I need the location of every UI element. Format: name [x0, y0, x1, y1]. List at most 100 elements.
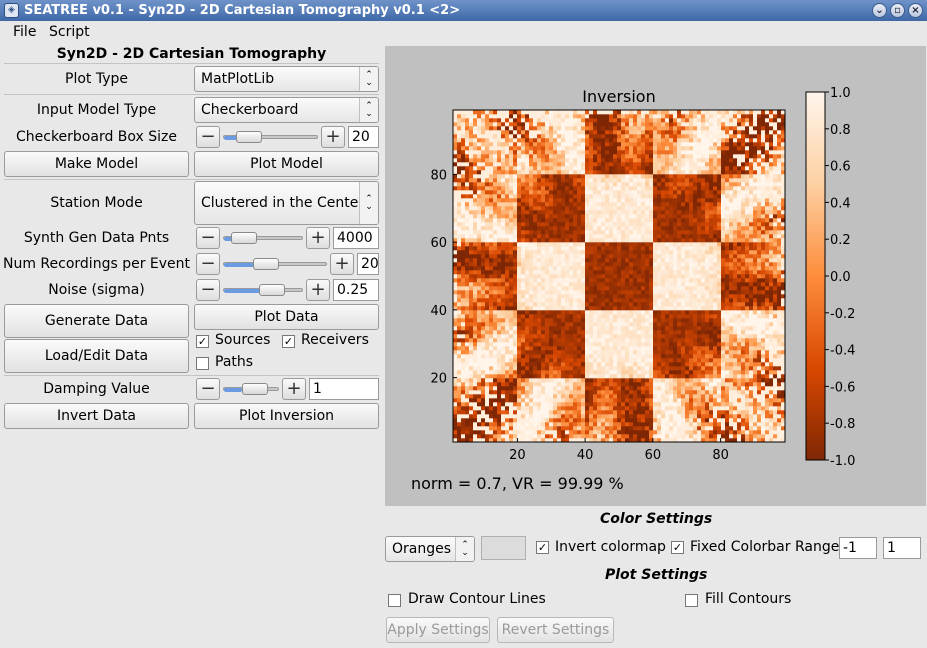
input-model-combo[interactable]: Checkerboard ⌃ ⌄: [194, 97, 379, 123]
plot-settings-header: Plot Settings: [605, 567, 708, 583]
heatmap: [453, 110, 786, 443]
inversion-figure: Inversion 20 40 60 80 20 40 60 80 1.0 0.8 0.6 0.4…: [411, 86, 855, 493]
input-model-value: Checkerboard: [201, 102, 299, 118]
colorbar-tick-label: -1.0: [830, 454, 855, 469]
apply-settings-button[interactable]: Apply Settings: [386, 617, 490, 643]
check-icon: ✓: [672, 541, 683, 554]
colorbar-tick-label: -0.8: [830, 417, 855, 432]
x-tick-label: 40: [577, 448, 594, 463]
slider-handle[interactable]: [231, 232, 257, 244]
invert-colormap-label: Invert colormap: [555, 539, 666, 555]
x-tick-label: 80: [712, 448, 729, 463]
slider-handle[interactable]: [253, 258, 279, 270]
plot-caption: norm = 0.7, VR = 99.99 %: [411, 474, 624, 493]
colorbar-tick-label: 0.8: [830, 123, 851, 138]
input-model-label: Input Model Type: [36, 102, 157, 118]
colorbar-tick-label: 0.6: [830, 160, 851, 175]
menu-script[interactable]: Script: [49, 24, 90, 40]
plot-type-value: MatPlotLib: [201, 71, 275, 87]
colorbar-tick-label: 0.2: [830, 233, 851, 248]
y-tick-label: 40: [430, 304, 447, 319]
check-icon: ✓: [197, 335, 208, 348]
plot-area: Inversion 20 40 60 80 20 40 60 80 1.0 0.8 0.6 0.4…: [385, 46, 926, 506]
colorbar-tick-label: 0.4: [830, 196, 851, 211]
color-swatch[interactable]: [481, 536, 526, 560]
num-recordings-label: Num Recordings per Event: [3, 256, 191, 272]
minus-icon[interactable]: −: [196, 378, 220, 400]
check-icon: ✓: [283, 335, 294, 348]
y-tick-label: 20: [430, 372, 447, 387]
y-tick-label: 60: [430, 236, 447, 251]
chevron-down-icon[interactable]: ⌄: [872, 3, 887, 18]
station-mode-value: Clustered in the Center: [201, 195, 365, 211]
close-icon[interactable]: ×: [908, 3, 923, 18]
menu-file[interactable]: File: [13, 24, 36, 40]
minus-icon[interactable]: −: [196, 126, 220, 148]
slider-handle[interactable]: [236, 131, 262, 143]
colorbar-tick-label: -0.4: [830, 344, 855, 359]
plot-data-button[interactable]: Plot Data: [194, 304, 379, 330]
fill-contours-checkbox[interactable]: [685, 594, 698, 607]
colorbar-max-field[interactable]: 1: [883, 537, 921, 559]
color-settings-header: Color Settings: [600, 511, 713, 527]
window-title: SEATREE v0.1 - Syn2D - 2D Cartesian Tomo…: [24, 3, 461, 18]
plus-icon[interactable]: +: [330, 253, 354, 275]
revert-settings-button[interactable]: Revert Settings: [497, 617, 614, 643]
minus-icon[interactable]: −: [196, 279, 220, 301]
plot-type-combo[interactable]: MatPlotLib ⌃ ⌄: [194, 66, 379, 92]
box-size-label: Checkerboard Box Size: [15, 129, 178, 145]
receivers-label: Receivers: [301, 332, 369, 348]
receivers-checkbox[interactable]: ✓: [282, 335, 295, 348]
num-recordings-field[interactable]: 20: [357, 253, 379, 275]
fixed-range-label: Fixed Colorbar Range: [690, 539, 840, 555]
plus-icon[interactable]: +: [282, 378, 306, 400]
plus-icon[interactable]: +: [306, 279, 330, 301]
colorbar-tick-label: 0.0: [830, 270, 851, 285]
colorbar: [805, 91, 826, 461]
combo-arrow-icon: ⌃ ⌄: [359, 67, 378, 91]
invert-data-button[interactable]: Invert Data: [4, 403, 189, 429]
sources-label: Sources: [215, 332, 271, 348]
noise-field[interactable]: 0.25: [333, 279, 379, 301]
contour-lines-checkbox[interactable]: [388, 594, 401, 607]
contour-lines-label: Draw Contour Lines: [408, 591, 546, 607]
station-mode-combo[interactable]: Clustered in the Center ⌃ ⌄: [194, 181, 379, 225]
damping-field[interactable]: 1: [309, 378, 379, 400]
restore-icon[interactable]: ▫: [890, 3, 905, 18]
app-icon[interactable]: ◈: [4, 3, 19, 18]
colorbar-tick-label: -0.6: [830, 380, 855, 395]
load-edit-data-button[interactable]: Load/Edit Data: [4, 339, 189, 373]
minus-icon[interactable]: −: [196, 227, 220, 249]
plus-icon[interactable]: +: [306, 227, 330, 249]
generate-data-button[interactable]: Generate Data: [4, 304, 189, 338]
make-model-button[interactable]: Make Model: [4, 151, 189, 177]
colorbar-tick-label: 1.0: [830, 86, 851, 101]
slider-handle[interactable]: [242, 383, 268, 395]
plot-model-button[interactable]: Plot Model: [194, 151, 379, 177]
minus-icon[interactable]: −: [196, 253, 220, 275]
fill-contours-label: Fill Contours: [705, 591, 792, 607]
panel-header: Syn2D - 2D Cartesian Tomography: [56, 46, 327, 62]
y-tick-label: 80: [430, 168, 447, 183]
x-tick-label: 60: [645, 448, 662, 463]
damping-label: Damping Value: [43, 381, 150, 397]
plot-inversion-button[interactable]: Plot Inversion: [194, 403, 379, 429]
combo-arrow-icon: ⌃ ⌄: [359, 182, 378, 224]
noise-label: Noise (sigma): [48, 282, 145, 298]
invert-colormap-checkbox[interactable]: ✓: [536, 541, 549, 554]
fixed-range-checkbox[interactable]: ✓: [671, 541, 684, 554]
station-mode-label: Station Mode: [50, 195, 143, 211]
synth-label: Synth Gen Data Pnts: [23, 230, 170, 246]
slider-handle[interactable]: [259, 284, 285, 296]
colormap-combo[interactable]: Oranges ⌃ ⌄: [385, 536, 475, 562]
plus-icon[interactable]: +: [321, 126, 345, 148]
box-size-field[interactable]: 20: [348, 126, 379, 148]
sources-checkbox[interactable]: ✓: [196, 335, 209, 348]
title-bar: ◈ SEATREE v0.1 - Syn2D - 2D Cartesian To…: [0, 0, 927, 21]
synth-field[interactable]: 4000: [333, 227, 379, 249]
menu-bar: File Script: [0, 21, 927, 43]
colorbar-min-field[interactable]: -1: [839, 537, 877, 559]
plot-title: Inversion: [582, 87, 655, 106]
plot-type-label: Plot Type: [65, 71, 128, 87]
paths-checkbox[interactable]: [196, 357, 209, 370]
